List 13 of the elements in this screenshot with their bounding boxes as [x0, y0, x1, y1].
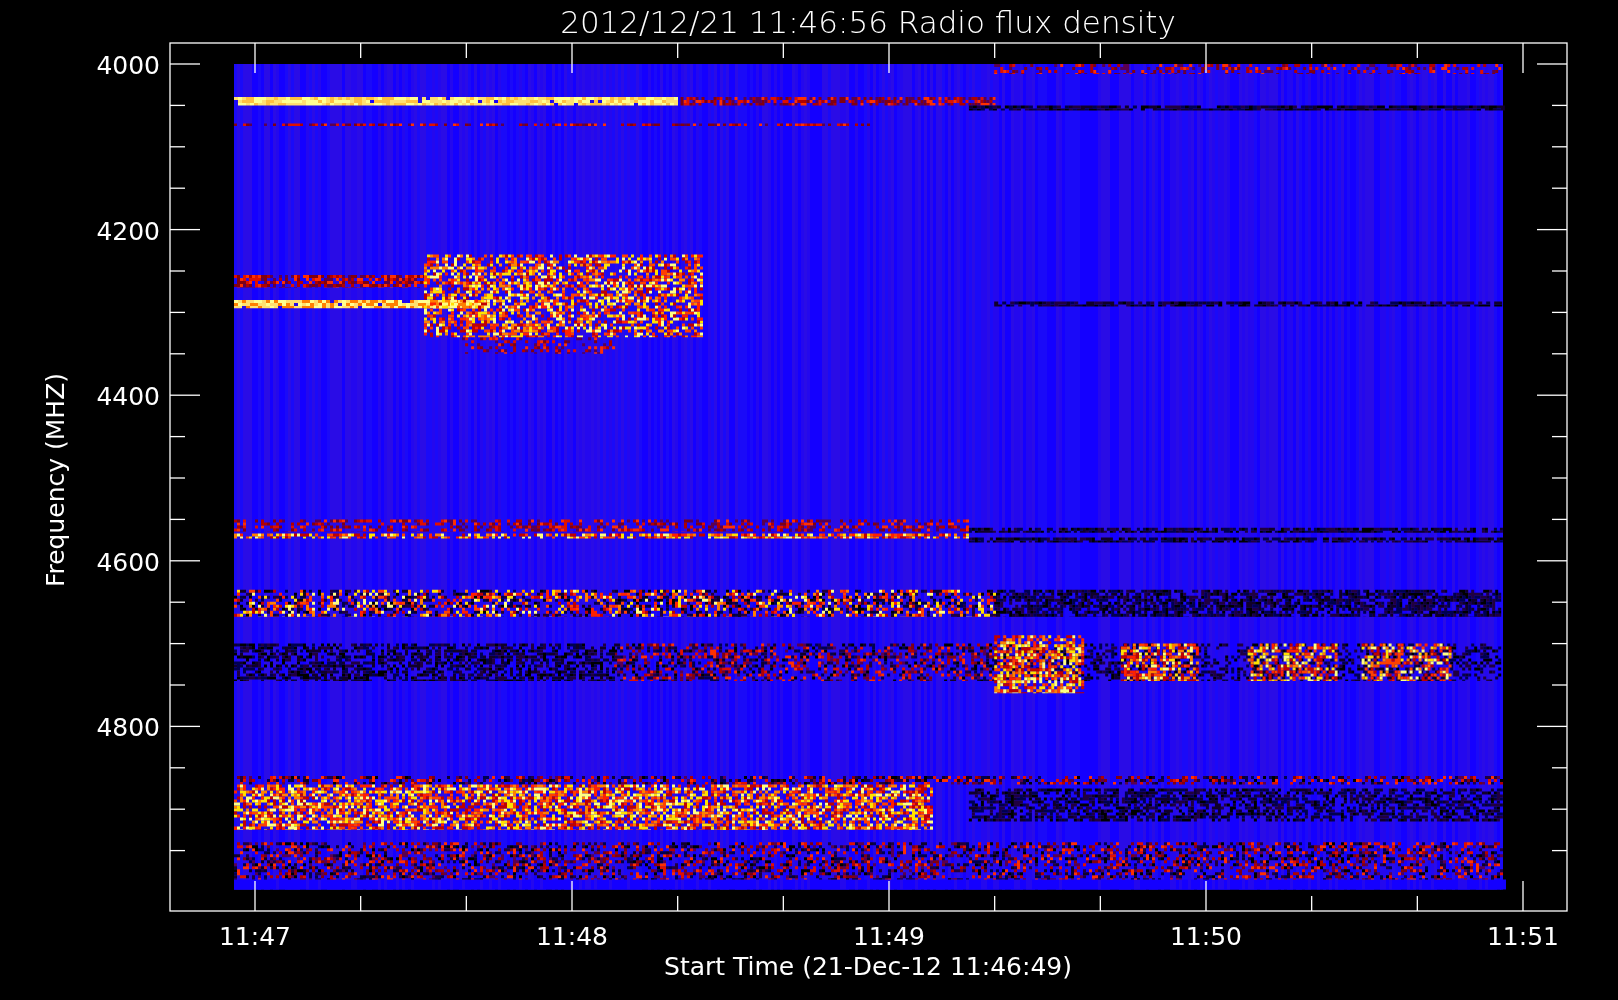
x-tick-label: 11:51: [1487, 922, 1559, 951]
x-tick-label: 11:49: [853, 922, 925, 951]
y-tick-label: 4000: [96, 51, 160, 80]
chart-title: 2012/12/21 11:46:56 Radio flux density: [560, 4, 1176, 40]
y-axis-label: Frequency (MHZ): [41, 372, 70, 588]
y-tick-label: 4200: [96, 216, 160, 246]
x-axis-label: Start Time (21-Dec-12 11:46:49): [664, 952, 1072, 981]
y-tick-label: 4400: [96, 382, 160, 412]
x-tick-label: 11:50: [1170, 922, 1242, 951]
x-tick-label: 11:48: [536, 922, 608, 951]
y-tick-label: 4800: [96, 713, 160, 743]
y-tick-label: 4600: [96, 547, 160, 577]
x-tick-label: 11:47: [219, 922, 291, 951]
